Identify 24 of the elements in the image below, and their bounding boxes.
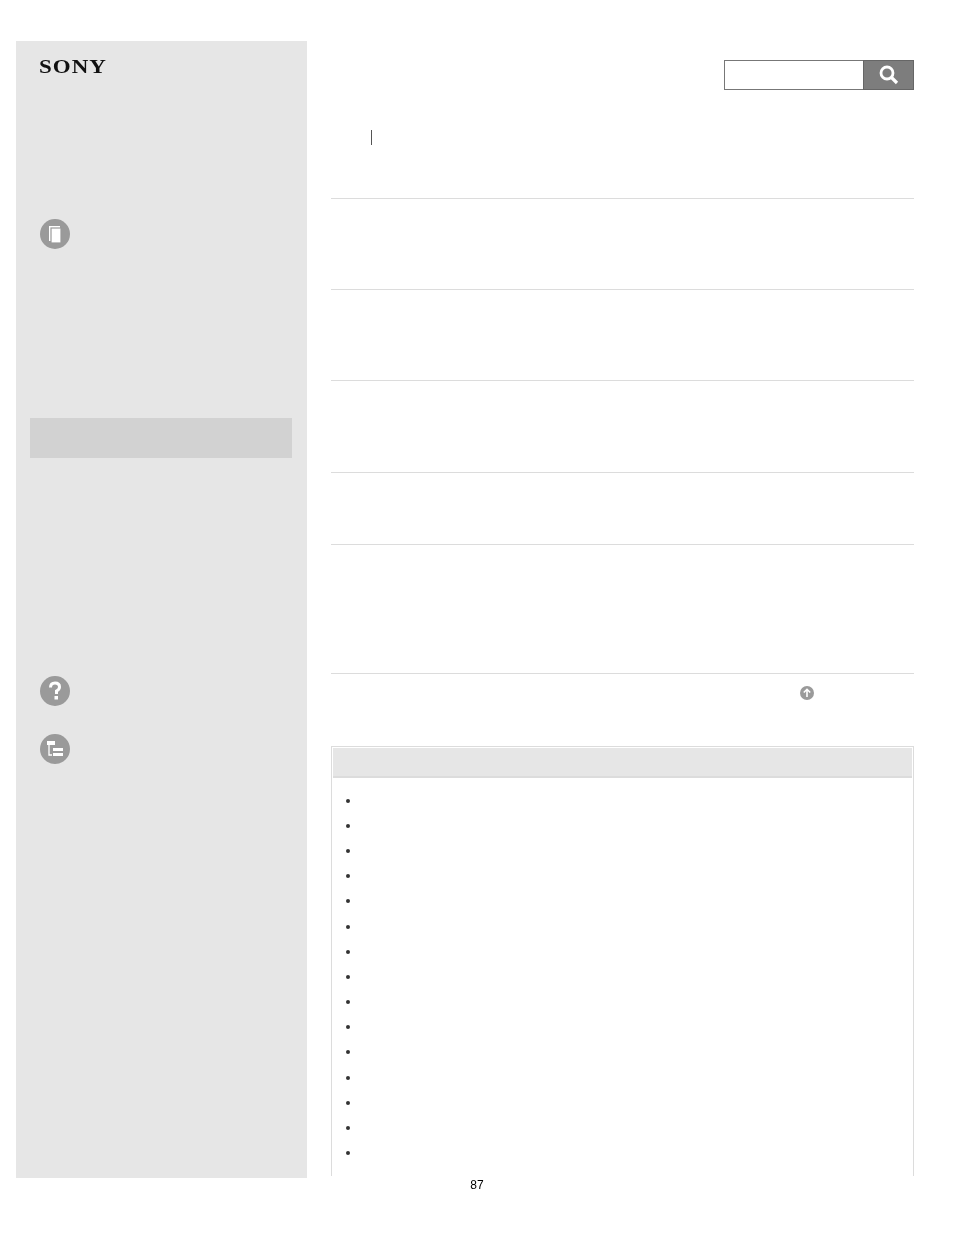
help-icon[interactable]: [39, 675, 71, 707]
search-icon: [877, 64, 900, 86]
sony-logo: SONY: [39, 56, 107, 77]
bullet-icon: [346, 1075, 350, 1080]
bullet-icon: [346, 823, 350, 828]
bullet-icon: [346, 924, 350, 929]
bullet-icon: [346, 949, 350, 954]
bullet-icon: [346, 848, 350, 853]
bullet-icon: [346, 1025, 350, 1030]
bullet-icon: [346, 974, 350, 979]
bullet-icon: [346, 1100, 350, 1105]
search-button[interactable]: [863, 60, 914, 90]
bullet-icon: [346, 1050, 350, 1055]
bullet-icon: [346, 1151, 350, 1156]
bullet-icon: [346, 1000, 350, 1005]
bullet-icon: [346, 798, 350, 803]
bullet-icon: [346, 874, 350, 879]
bullet-icon: [346, 1126, 350, 1131]
search-field[interactable]: [724, 60, 863, 90]
tree-icon[interactable]: [39, 733, 71, 765]
bullet-icon: [346, 899, 350, 904]
page-number: 87: [469, 1178, 485, 1192]
back-to-top-icon[interactable]: [800, 686, 814, 700]
book-icon[interactable]: [39, 218, 71, 250]
